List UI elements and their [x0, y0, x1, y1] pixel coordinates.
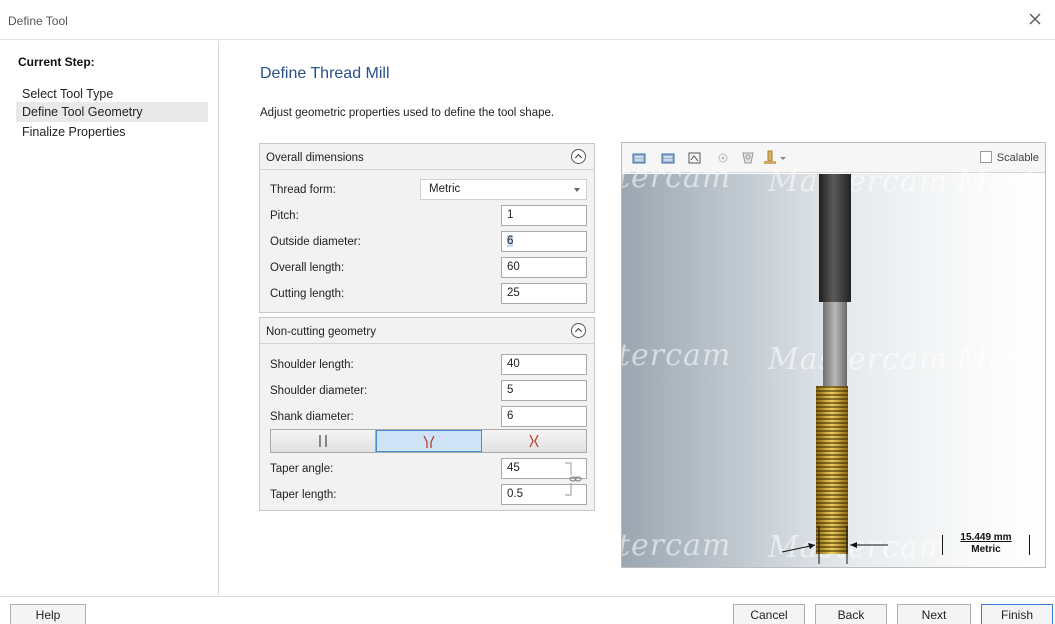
checkbox-icon — [979, 151, 992, 163]
thread-mill-render — [781, 174, 888, 564]
shoulder-length-label: Shoulder length: — [270, 359, 354, 371]
taper-in-button[interactable] — [376, 430, 482, 452]
overall-dimensions-title: Overall dimensions — [266, 152, 364, 164]
shoulder-length-input[interactable]: 40 — [501, 354, 587, 375]
shoulder-diameter-input[interactable]: 5 — [501, 380, 587, 401]
title-bar: Define Tool — [0, 0, 1055, 40]
link-chain-icon[interactable] — [565, 461, 583, 497]
taper-out-icon — [529, 434, 539, 448]
scale-indicator: 15.449 mm Metric — [940, 532, 1032, 558]
scale-value: 15.449 mm — [960, 532, 1012, 543]
finish-button[interactable]: Finish — [981, 604, 1053, 624]
thread-form-label: Thread form: — [270, 184, 336, 196]
outside-diameter-input[interactable]: 6 — [501, 231, 587, 252]
non-cutting-geometry-header: Non-cutting geometry — [260, 318, 594, 344]
page-description: Adjust geometric properties used to defi… — [260, 107, 555, 119]
overall-length-label: Overall length: — [270, 262, 345, 274]
shank-diameter-input[interactable]: 6 — [501, 406, 587, 427]
step-select-tool-type[interactable]: Select Tool Type — [16, 84, 208, 104]
current-step-label: Current Step: — [18, 55, 95, 69]
straight-shank-button[interactable] — [271, 430, 376, 452]
shoulder-diameter-label: Shoulder diameter: — [270, 385, 368, 397]
close-icon[interactable] — [1025, 9, 1045, 29]
overall-dimensions-header: Overall dimensions — [260, 144, 594, 170]
window-title: Define Tool — [8, 14, 68, 28]
shank-shape-toggle — [270, 429, 587, 453]
taper-out-button[interactable] — [482, 430, 586, 452]
thread-form-value: Metric — [429, 183, 461, 195]
pitch-label: Pitch: — [270, 210, 299, 222]
outside-diameter-value: 6 — [507, 235, 514, 247]
straight-shank-icon — [319, 435, 327, 447]
back-button[interactable]: Back — [815, 604, 887, 624]
overall-dimensions-panel: Overall dimensions Thread form: Metric P… — [259, 143, 595, 313]
taper-angle-label: Taper angle: — [270, 463, 334, 475]
tool-preview-pane: Scalable tercam Mastercam Mastercam terc… — [621, 142, 1046, 568]
view-icon[interactable] — [740, 150, 756, 166]
cutting-length-label: Cutting length: — [270, 288, 345, 300]
non-cutting-geometry-title: Non-cutting geometry — [266, 326, 376, 338]
scalable-checkbox[interactable]: Scalable — [979, 151, 1039, 164]
collapse-chevron-icon[interactable] — [571, 323, 586, 338]
outside-diameter-label: Outside diameter: — [270, 236, 361, 248]
next-button[interactable]: Next — [897, 604, 971, 624]
collapse-chevron-icon[interactable] — [571, 149, 586, 164]
tool-shank — [819, 174, 851, 302]
chevron-down-icon — [574, 188, 580, 192]
cancel-button[interactable]: Cancel — [733, 604, 805, 624]
taper-length-label: Taper length: — [270, 489, 337, 501]
tool-shoulder — [823, 302, 847, 386]
shank-diameter-label: Shank diameter: — [270, 411, 354, 423]
wizard-steps-sidebar: Current Step: Select Tool Type Define To… — [0, 41, 219, 595]
step-finalize-properties[interactable]: Finalize Properties — [16, 122, 208, 142]
non-cutting-geometry-panel: Non-cutting geometry Shoulder length: 40… — [259, 317, 595, 511]
thread-form-select[interactable]: Metric — [420, 179, 587, 200]
cutting-length-input[interactable]: 25 — [501, 283, 587, 304]
scalable-label: Scalable — [996, 152, 1039, 164]
step-define-tool-geometry[interactable]: Define Tool Geometry — [16, 102, 208, 122]
tool-render-canvas: tercam Mastercam Mastercam tercam Master… — [622, 160, 1045, 567]
page-title: Define Thread Mill — [260, 65, 390, 82]
overall-length-input[interactable]: 60 — [501, 257, 587, 278]
help-button[interactable]: Help — [10, 604, 86, 624]
scale-unit: Metric — [971, 544, 1001, 555]
pitch-input[interactable]: 1 — [501, 205, 587, 226]
taper-in-icon — [423, 435, 435, 448]
